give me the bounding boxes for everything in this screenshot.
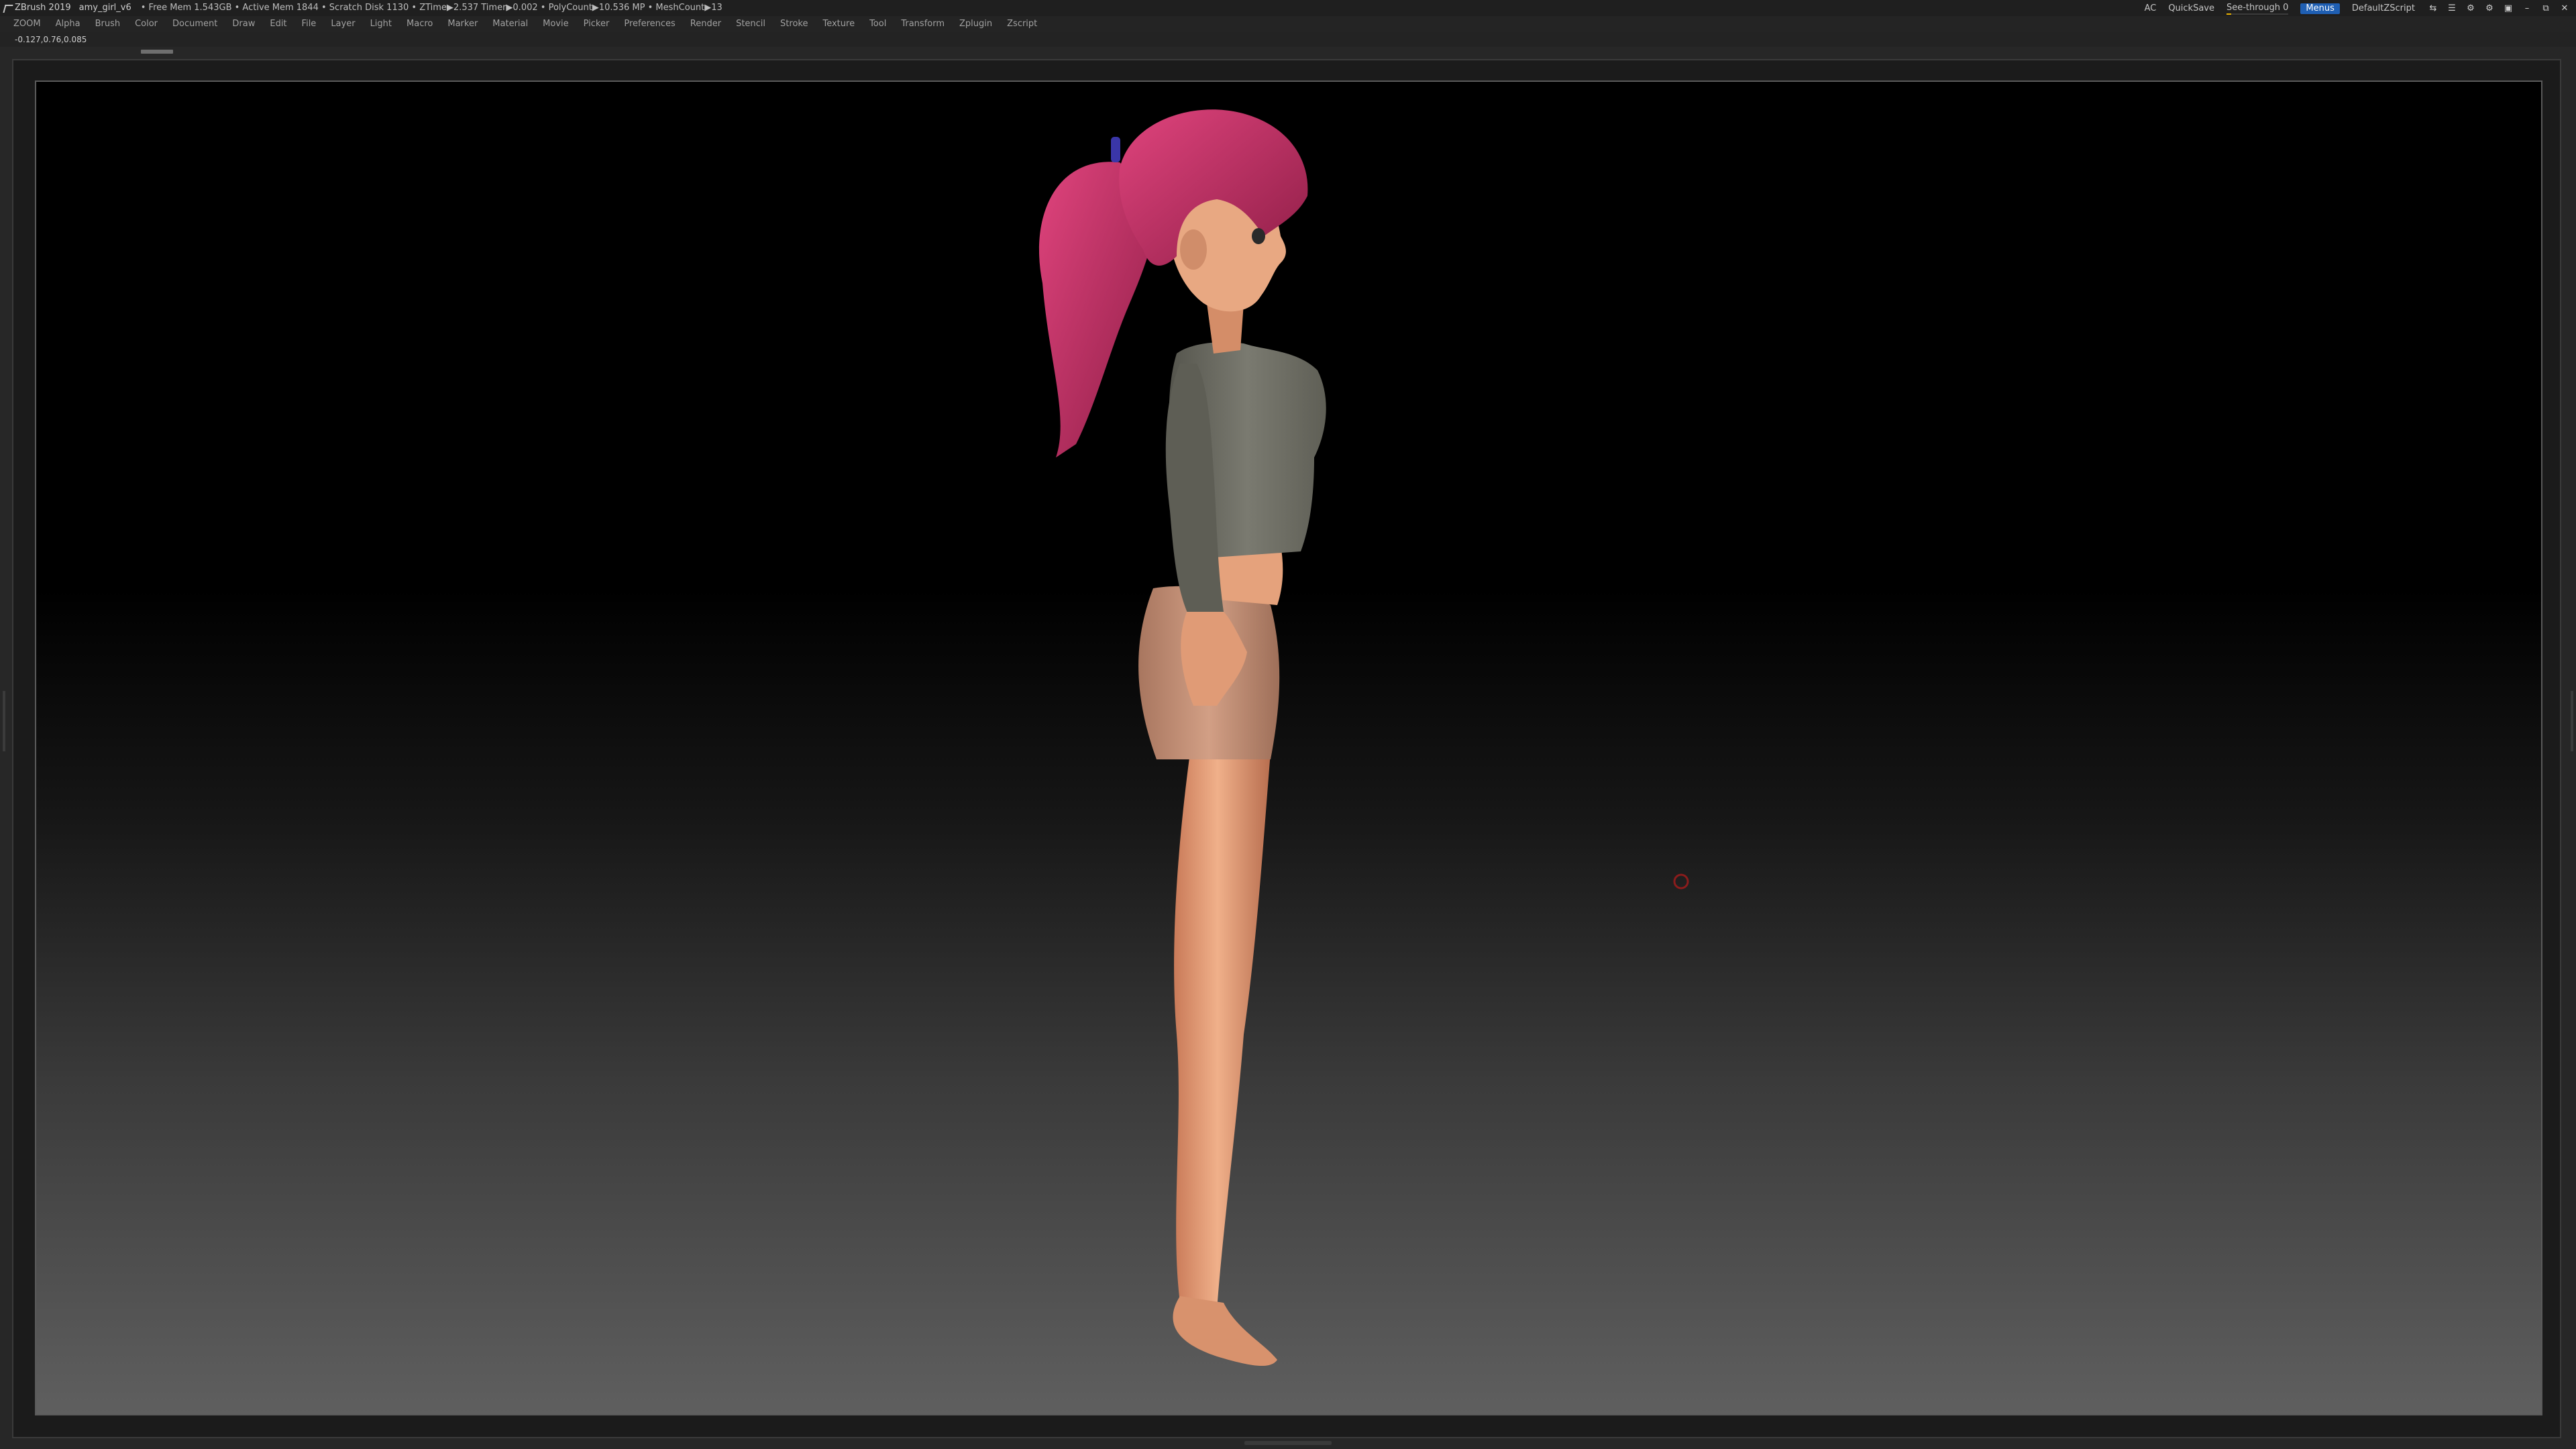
menu-item-edit[interactable]: Edit — [270, 16, 286, 32]
menu-item-document[interactable]: Document — [172, 16, 217, 32]
menu-item-preferences[interactable]: Preferences — [624, 16, 675, 32]
menu-item-alpha[interactable]: Alpha — [56, 16, 80, 32]
menu-item-zscript[interactable]: Zscript — [1007, 16, 1037, 32]
menu-item-zplugin[interactable]: Zplugin — [959, 16, 992, 32]
see-through-label: See-through 0 — [2226, 3, 2289, 13]
see-through-fill — [2226, 13, 2232, 15]
title-left: ZBrush 2019 amy_girl_v6 • Free Mem 1.543… — [3, 0, 722, 16]
menu-item-marker[interactable]: Marker — [447, 16, 478, 32]
help-icon[interactable]: ⚙ — [2483, 4, 2496, 13]
memory-stats: • Free Mem 1.543GB • Active Mem 1844 • S… — [140, 3, 722, 13]
ui-icon[interactable]: ⚙ — [2465, 4, 2477, 13]
menu-item-stencil[interactable]: Stencil — [736, 16, 765, 32]
menu-item-layer[interactable]: Layer — [331, 16, 355, 32]
draw-size-slider-knob[interactable] — [141, 50, 173, 54]
close-icon[interactable]: ✕ — [2559, 4, 2571, 13]
brush-cursor — [1673, 873, 1689, 890]
ac-button[interactable]: AC — [2145, 1, 2157, 17]
eye — [1252, 228, 1265, 244]
coordinates-readout: -0.127,0.76,0.085 — [15, 35, 87, 44]
menu-item-stroke[interactable]: Stroke — [780, 16, 808, 32]
menu-item-picker[interactable]: Picker — [584, 16, 610, 32]
menu-list: ZOOM Alpha Brush Color Document Draw Edit File L… — [0, 16, 2576, 32]
layout-icon[interactable]: ⇆ — [2427, 4, 2439, 13]
menu-bar: ZOOM Alpha Brush Color Document Draw Edit File L… — [0, 16, 2576, 32]
menu-item-brush[interactable]: Brush — [95, 16, 121, 32]
see-through-track — [2226, 13, 2289, 15]
ear — [1180, 229, 1207, 270]
title-right: AC QuickSave See-through 0 Menus Default… — [2145, 0, 2571, 17]
default-zscript-button[interactable]: DefaultZScript — [2352, 1, 2415, 17]
menu-item-macro[interactable]: Macro — [407, 16, 433, 32]
menu-item-file[interactable]: File — [302, 16, 317, 32]
palette-icon[interactable]: ☰ — [2446, 4, 2458, 13]
menu-item-tool[interactable]: Tool — [869, 16, 886, 32]
menu-item-draw[interactable]: Draw — [232, 16, 255, 32]
menu-item-color[interactable]: Color — [135, 16, 158, 32]
bottom-tray-handle[interactable] — [1244, 1441, 1332, 1445]
window-controls: ⇆ ☰ ⚙ ⚙ ▣ – ⧉ ✕ — [2427, 4, 2571, 13]
app-name: ZBrush 2019 — [15, 3, 71, 13]
menu-item-transform[interactable]: Transform — [901, 16, 945, 32]
see-through-slider[interactable]: See-through 0 — [2226, 0, 2289, 17]
menu-item-light[interactable]: Light — [370, 16, 392, 32]
zbrush-logo-icon — [3, 3, 12, 13]
menu-item-render[interactable]: Render — [690, 16, 721, 32]
leg-back — [1174, 753, 1271, 1309]
restore-icon[interactable]: ⧉ — [2540, 4, 2552, 13]
lock-icon[interactable]: ▣ — [2502, 4, 2514, 13]
menus-button[interactable]: Menus — [2300, 3, 2340, 14]
info-row: -0.127,0.76,0.085 — [0, 32, 2576, 47]
menu-item-zoom[interactable]: ZOOM — [13, 16, 41, 32]
hair-tie — [1111, 137, 1120, 162]
right-tray-handle[interactable] — [2571, 691, 2573, 751]
document-name: amy_girl_v6 — [78, 3, 131, 13]
character-model — [1038, 109, 1689, 1366]
foot — [1173, 1296, 1277, 1366]
menu-item-movie[interactable]: Movie — [543, 16, 568, 32]
quicksave-button[interactable]: QuickSave — [2168, 1, 2214, 17]
title-bar: ZBrush 2019 amy_girl_v6 • Free Mem 1.543… — [0, 0, 2576, 16]
3d-viewport[interactable] — [35, 80, 2542, 1415]
left-tray-handle[interactable] — [3, 691, 5, 751]
minimize-icon[interactable]: – — [2521, 4, 2533, 13]
menu-item-material[interactable]: Material — [492, 16, 528, 32]
menu-item-texture[interactable]: Texture — [822, 16, 855, 32]
zbrush-app: ZBrush 2019 amy_girl_v6 • Free Mem 1.543… — [0, 0, 2576, 1449]
